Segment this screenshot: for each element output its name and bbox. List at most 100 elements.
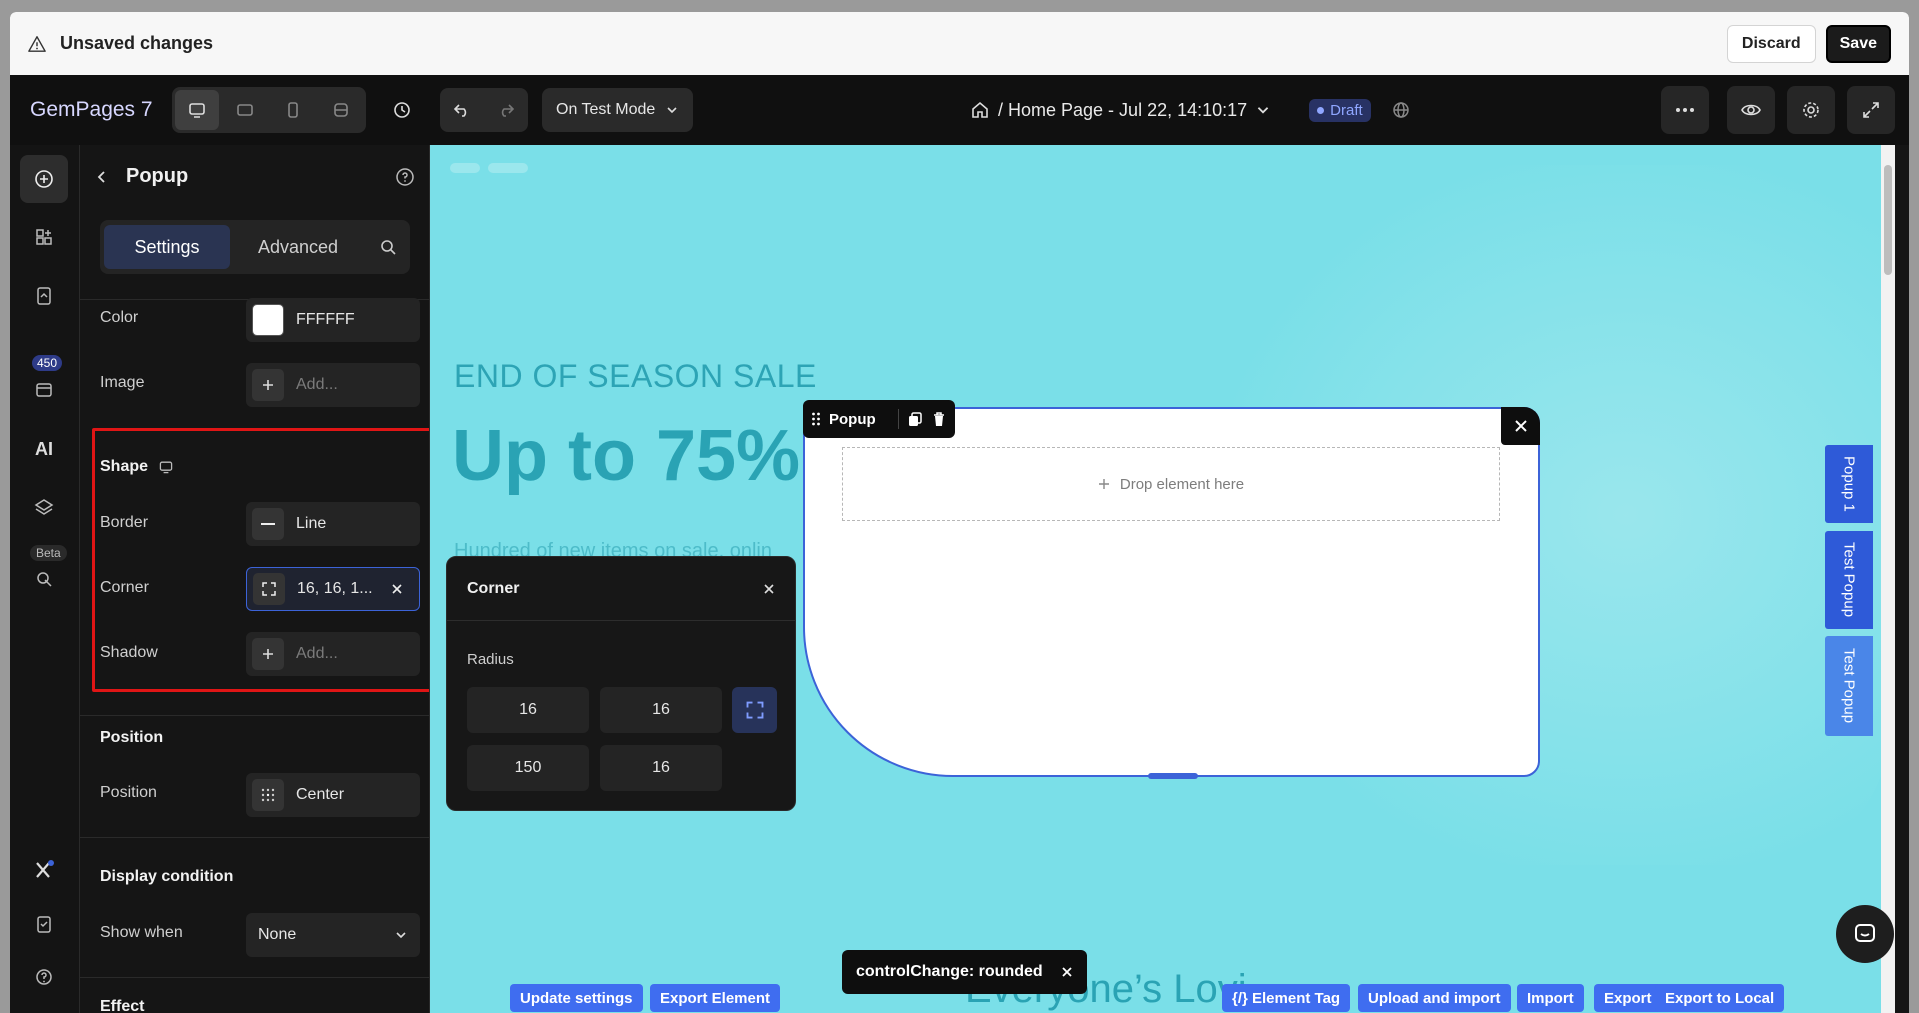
- popup-close-button[interactable]: [1501, 407, 1540, 445]
- help-button[interactable]: [20, 953, 68, 1001]
- close-icon[interactable]: [1061, 966, 1073, 978]
- expand-icon: [1863, 102, 1879, 118]
- redo-button[interactable]: [484, 88, 528, 132]
- color-label: Color: [100, 309, 139, 326]
- side-tab-test-popup[interactable]: Test Popup: [1825, 531, 1873, 629]
- tasks-button[interactable]: [20, 900, 68, 948]
- radius-bottom-right-input[interactable]: 16: [600, 745, 722, 791]
- mode-dropdown[interactable]: On Test Mode: [542, 88, 694, 132]
- corner-swatch: [253, 573, 285, 605]
- radius-label: Radius: [467, 651, 514, 668]
- side-tab-test-popup-2[interactable]: Test Popup: [1825, 636, 1873, 736]
- page-name: / Home Page - Jul 22, 14:10:17: [998, 99, 1248, 120]
- desktop-icon: [189, 103, 205, 118]
- image-label: Image: [100, 374, 145, 391]
- image-field[interactable]: Add...: [246, 363, 420, 407]
- target-icon: [37, 572, 52, 587]
- page-breadcrumb[interactable]: / Home Page - Jul 22, 14:10:17 Draft: [970, 98, 1411, 122]
- library-icon: [36, 383, 52, 397]
- shadow-placeholder: Add...: [296, 645, 338, 662]
- layers-button[interactable]: [20, 484, 68, 532]
- device-switcher: [172, 87, 366, 133]
- shadow-label: Shadow: [100, 644, 158, 661]
- update-settings-button[interactable]: Update settings: [510, 984, 643, 1012]
- shadow-field[interactable]: Add...: [246, 632, 420, 676]
- shape-heading-text: Shape: [100, 458, 149, 475]
- drop-zone-text: Drop element here: [1119, 475, 1245, 493]
- side-tab-label: Test Popup: [1840, 648, 1858, 724]
- duplicate-icon[interactable]: [907, 411, 923, 427]
- corners-icon: [262, 582, 276, 596]
- add-image-button[interactable]: [252, 369, 284, 401]
- skeleton-pill: [488, 163, 528, 173]
- desktop-view-button[interactable]: [175, 90, 219, 130]
- more-button[interactable]: [1661, 86, 1709, 134]
- radius-top-left-input[interactable]: 16: [467, 687, 589, 733]
- drag-handle-icon[interactable]: [811, 411, 821, 427]
- save-button[interactable]: Save: [1825, 24, 1891, 63]
- unsaved-bar: Unsaved changes Discard Save: [10, 12, 1909, 75]
- globe-off-icon[interactable]: [1391, 100, 1411, 120]
- export-local-button[interactable]: Export to Local: [1655, 984, 1785, 1012]
- element-tag-button[interactable]: {/} Element Tag: [1222, 984, 1351, 1012]
- upload-import-button[interactable]: Upload and import: [1358, 984, 1511, 1012]
- ai-button[interactable]: AI: [20, 425, 68, 473]
- settings-button[interactable]: [1787, 86, 1835, 134]
- toast-text: controlChange: rounded: [856, 963, 1043, 980]
- radius-top-right-input[interactable]: 16: [600, 687, 722, 733]
- clear-icon[interactable]: [391, 583, 403, 595]
- mode-label: On Test Mode: [556, 101, 656, 118]
- add-element-button[interactable]: [20, 155, 68, 203]
- sections-button[interactable]: [20, 213, 68, 261]
- tab-settings[interactable]: Settings: [104, 225, 230, 269]
- corner-control[interactable]: 16, 16, 1...: [246, 567, 420, 611]
- side-tab-label: Popup 1: [1840, 456, 1858, 512]
- clock-icon: [394, 102, 410, 118]
- radius-bottom-left-input[interactable]: 150: [467, 745, 589, 791]
- position-control[interactable]: Center: [246, 773, 420, 817]
- shape-heading: Shape: [100, 458, 174, 476]
- layers-icon: [34, 499, 54, 515]
- panel-search-button[interactable]: [370, 238, 406, 256]
- library-button[interactable]: [20, 365, 68, 413]
- extensions-button[interactable]: [20, 845, 68, 893]
- close-icon[interactable]: [763, 583, 775, 595]
- custom-view-button[interactable]: [319, 90, 363, 130]
- canvas-scrollbar[interactable]: [1881, 145, 1895, 1013]
- more-icon: [1676, 108, 1694, 112]
- border-control[interactable]: Line: [246, 502, 420, 546]
- color-picker[interactable]: FFFFFF: [246, 298, 420, 342]
- resize-handle[interactable]: [1148, 773, 1198, 779]
- undo-button[interactable]: [440, 88, 484, 132]
- import-button[interactable]: Import: [1517, 984, 1584, 1012]
- mobile-view-button[interactable]: [271, 90, 315, 130]
- help-circle-icon[interactable]: [395, 167, 415, 187]
- trash-icon[interactable]: [931, 411, 947, 427]
- tablet-landscape-button[interactable]: [223, 90, 267, 130]
- back-arrow-icon[interactable]: [94, 169, 110, 185]
- scroll-thumb[interactable]: [1884, 165, 1892, 275]
- tab-advanced[interactable]: Advanced: [230, 225, 366, 269]
- pages-button[interactable]: [20, 272, 68, 320]
- preview-button[interactable]: [1727, 86, 1775, 134]
- link-corners-toggle[interactable]: [732, 687, 777, 733]
- drop-zone[interactable]: Drop element here: [842, 447, 1500, 521]
- logo-version: 7: [140, 98, 153, 121]
- export-button[interactable]: Export: [1594, 984, 1662, 1012]
- history-button[interactable]: [380, 88, 424, 132]
- side-tab-popup-1[interactable]: Popup 1: [1825, 445, 1873, 523]
- desktop-icon: [159, 461, 173, 474]
- discard-button[interactable]: Discard: [1726, 24, 1816, 63]
- chat-launcher[interactable]: [1836, 905, 1894, 963]
- unsaved-message: Unsaved changes: [60, 33, 214, 53]
- corner-value: 16, 16, 1...: [297, 580, 373, 597]
- experiment-button[interactable]: [20, 553, 68, 601]
- panel-header: Popup: [94, 165, 188, 188]
- responsive-icon: [334, 103, 348, 117]
- export-element-button[interactable]: Export Element: [650, 984, 781, 1012]
- fullscreen-button[interactable]: [1847, 86, 1895, 134]
- show-when-select[interactable]: None: [246, 913, 420, 957]
- add-shadow-button[interactable]: [252, 638, 284, 670]
- corners-icon: [746, 701, 763, 719]
- skeleton-pill: [450, 163, 480, 173]
